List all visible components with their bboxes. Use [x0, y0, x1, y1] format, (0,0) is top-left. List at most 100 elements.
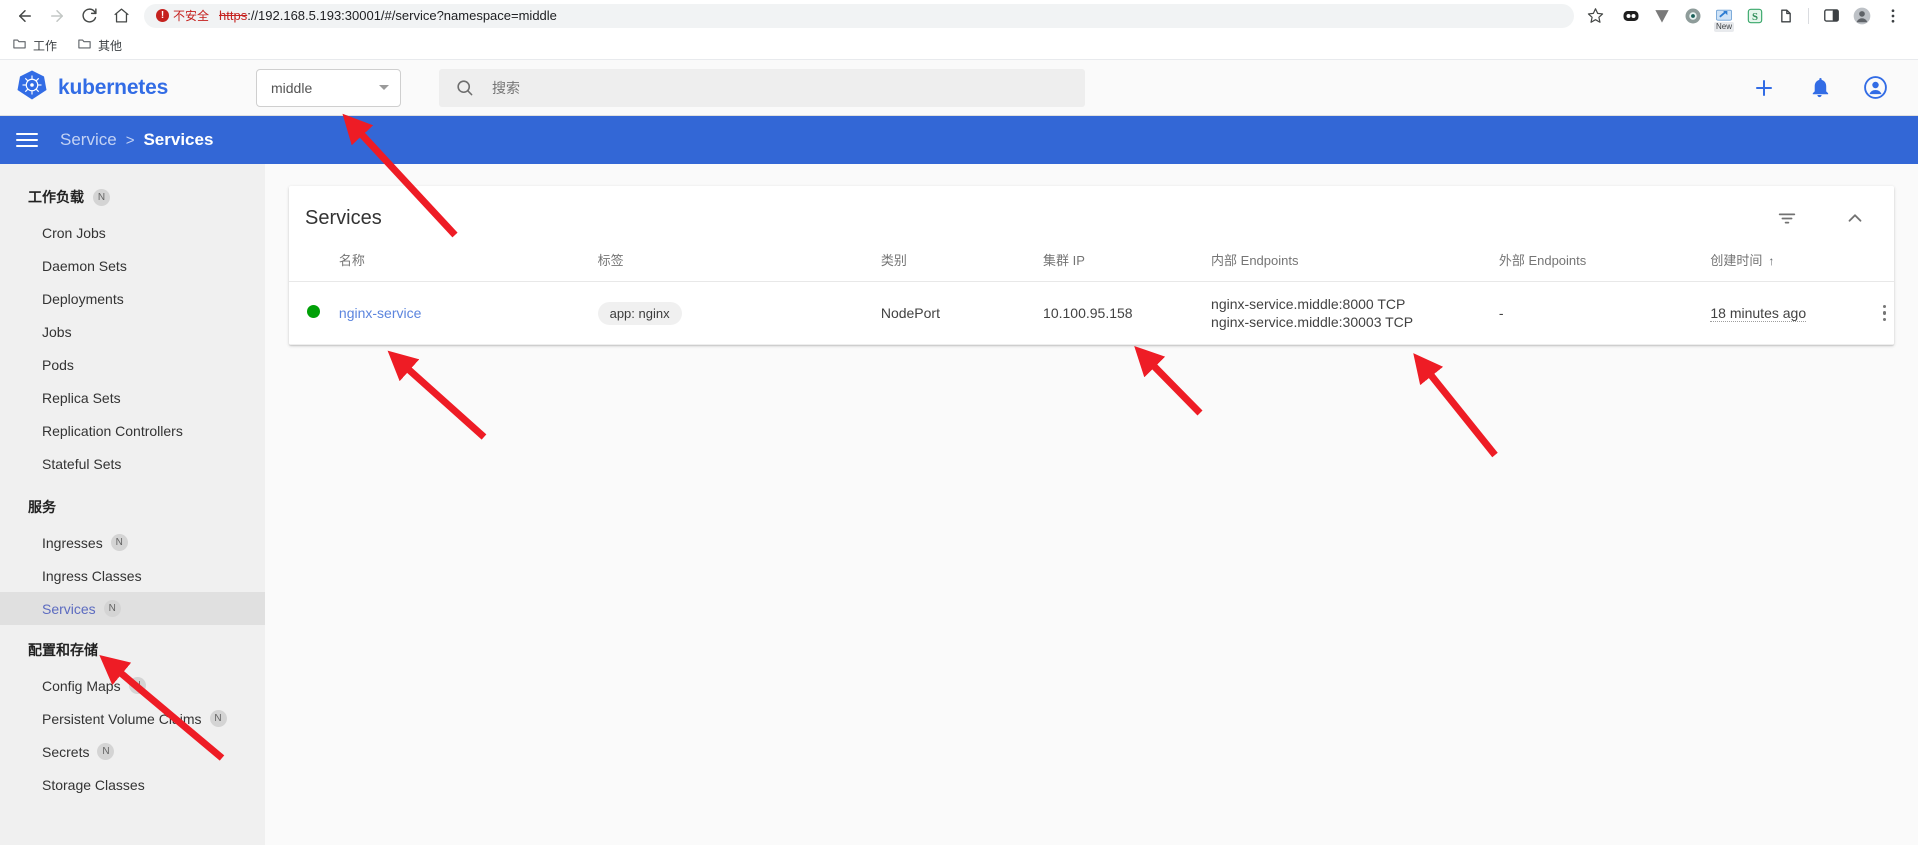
sidebar-item-cron-jobs[interactable]: Cron Jobs [0, 216, 265, 249]
plus-icon[interactable] [1752, 76, 1776, 100]
sidebar-item-label: Config Maps [42, 677, 121, 694]
reload-button[interactable] [74, 1, 104, 31]
sidebar-item-pods[interactable]: Pods [0, 348, 265, 381]
sidebar-item-ingresses[interactable]: Ingresses N [0, 526, 265, 559]
cell-created: 18 minutes ago [1702, 281, 1875, 345]
sidebar-item-ingress-classes[interactable]: Ingress Classes [0, 559, 265, 592]
search-input[interactable] [490, 78, 1069, 97]
sidebar-item-label: Ingresses [42, 534, 103, 551]
back-button[interactable] [10, 1, 40, 31]
svg-text:S: S [1752, 11, 1758, 23]
bookmark-star-icon[interactable] [1582, 3, 1608, 29]
search-icon [455, 78, 474, 97]
namespace-value: middle [271, 79, 313, 96]
toolbar-divider [1808, 7, 1809, 24]
th-labels[interactable]: 标签 [589, 250, 873, 282]
namespace-selector[interactable]: middle [256, 68, 401, 107]
sidebar-item-config-maps[interactable]: Config Maps N [0, 669, 265, 702]
home-button[interactable] [106, 1, 136, 31]
sidebar-item-label: Stateful Sets [42, 455, 122, 472]
chrome-menu-icon[interactable] [1882, 5, 1904, 27]
filter-icon[interactable] [1776, 207, 1798, 229]
created-age: 18 minutes ago [1710, 305, 1807, 322]
address-bar[interactable]: ! 不安全 https://192.168.5.193:30001/#/serv… [144, 3, 1574, 28]
breadcrumb-separator: > [125, 131, 135, 149]
sidebar-item-label: Replication Controllers [42, 422, 183, 439]
sidebar-item-label: Persistent Volume Claims [42, 710, 202, 727]
th-internal-endpoints[interactable]: 内部 Endpoints [1203, 250, 1491, 282]
table-header-row: 名称 标签 类别 集群 IP 内部 Endpoints 外部 Endpoints… [289, 250, 1894, 282]
sidebar-item-label: Cron Jobs [42, 224, 106, 241]
side-panel-icon[interactable] [1820, 5, 1842, 27]
collapse-chevron-up-icon[interactable] [1844, 207, 1866, 229]
cell-labels: app: nginx [589, 281, 873, 345]
browser-toolbar: ! 不安全 https://192.168.5.193:30001/#/serv… [0, 0, 1918, 32]
nav-section-label: 服务 [28, 499, 56, 515]
app-body: 工作负载 N Cron Jobs Daemon Sets Deployments… [0, 164, 1918, 845]
chevron-down-icon [379, 85, 389, 90]
sidebar-item-storage-classes[interactable]: Storage Classes [0, 768, 265, 801]
profile-avatar-icon[interactable] [1851, 5, 1873, 27]
sidebar-item-secrets[interactable]: Secrets N [0, 735, 265, 768]
internal-endpoint-line: nginx-service.middle:8000 TCP [1211, 296, 1406, 312]
cell-type: NodePort [872, 281, 1036, 345]
nav-section-config-storage: 配置和存储 [0, 625, 265, 669]
th-type[interactable]: 类别 [872, 250, 1036, 282]
extension-icon-1[interactable] [1620, 5, 1642, 27]
kebab-menu-icon[interactable] [1882, 304, 1886, 322]
url-scheme: https [219, 8, 248, 23]
sidebar-item-replication-controllers[interactable]: Replication Controllers [0, 414, 265, 447]
bell-icon[interactable] [1808, 76, 1831, 99]
extension-icon-6[interactable] [1775, 5, 1797, 27]
security-indicator[interactable]: ! 不安全 [156, 7, 209, 24]
th-status [289, 250, 331, 282]
nav-section-label: 配置和存储 [28, 642, 98, 658]
namespaced-badge: N [110, 534, 128, 551]
table-body: nginx-service app: nginx NodePort 10.100… [289, 281, 1894, 345]
sidebar-item-replica-sets[interactable]: Replica Sets [0, 381, 265, 414]
sidebar-item-daemon-sets[interactable]: Daemon Sets [0, 249, 265, 282]
global-search[interactable] [439, 68, 1085, 107]
th-name[interactable]: 名称 [330, 250, 590, 282]
app-logo[interactable]: kubernetes [16, 69, 256, 106]
header-actions [1752, 75, 1900, 100]
app-header: kubernetes middle [0, 60, 1918, 116]
th-created-label: 创建时间 [1710, 253, 1763, 268]
sidebar-item-stateful-sets[interactable]: Stateful Sets [0, 447, 265, 480]
service-name-link[interactable]: nginx-service [339, 305, 421, 321]
extension-new-badge: New [1713, 21, 1735, 32]
forward-button[interactable] [42, 1, 72, 31]
sidebar-item-label: Deployments [42, 290, 124, 307]
sidebar-item-services[interactable]: Services N [0, 592, 265, 625]
main-content: Services 名称 标签 类别 集群 IP 内部 Endpoints 外部 … [265, 164, 1918, 845]
nav-section-service: 服务 [0, 480, 265, 526]
extension-icon-2[interactable] [1651, 5, 1673, 27]
bookmark-label: 工作 [33, 38, 58, 53]
bookmark-other[interactable]: 其他 [77, 36, 122, 54]
th-cluster-ip[interactable]: 集群 IP [1035, 250, 1204, 282]
th-created[interactable]: 创建时间 ↑ [1702, 250, 1875, 282]
breadcrumb-parent[interactable]: Service [60, 130, 117, 150]
bookmark-work[interactable]: 工作 [12, 36, 57, 54]
sidebar-item-deployments[interactable]: Deployments [0, 282, 265, 315]
label-chip[interactable]: app: nginx [597, 301, 682, 325]
status-dot-healthy-icon [307, 305, 320, 318]
table-row[interactable]: nginx-service app: nginx NodePort 10.100… [289, 281, 1894, 345]
sidebar-item-jobs[interactable]: Jobs [0, 315, 265, 348]
extension-icon-4[interactable]: New [1713, 5, 1735, 32]
security-label: 不安全 [173, 9, 210, 23]
sidebar-item-label: Jobs [42, 323, 72, 340]
namespaced-badge: N [93, 188, 110, 206]
extension-icon-3[interactable] [1682, 5, 1704, 27]
extension-icon-5[interactable]: S [1744, 5, 1766, 27]
app-brand-name: kubernetes [58, 75, 169, 99]
nav-section-workloads: 工作负载 N [0, 178, 265, 216]
hamburger-menu-icon[interactable] [16, 133, 38, 147]
th-external-endpoints[interactable]: 外部 Endpoints [1490, 250, 1703, 282]
sidebar-item-persistent-volume-claims[interactable]: Persistent Volume Claims N [0, 702, 265, 735]
breadcrumb-bar: Service > Services [0, 116, 1918, 164]
cell-status [289, 281, 331, 345]
card-title: Services [305, 206, 382, 229]
cell-actions [1874, 281, 1894, 345]
account-circle-icon[interactable] [1863, 75, 1888, 100]
